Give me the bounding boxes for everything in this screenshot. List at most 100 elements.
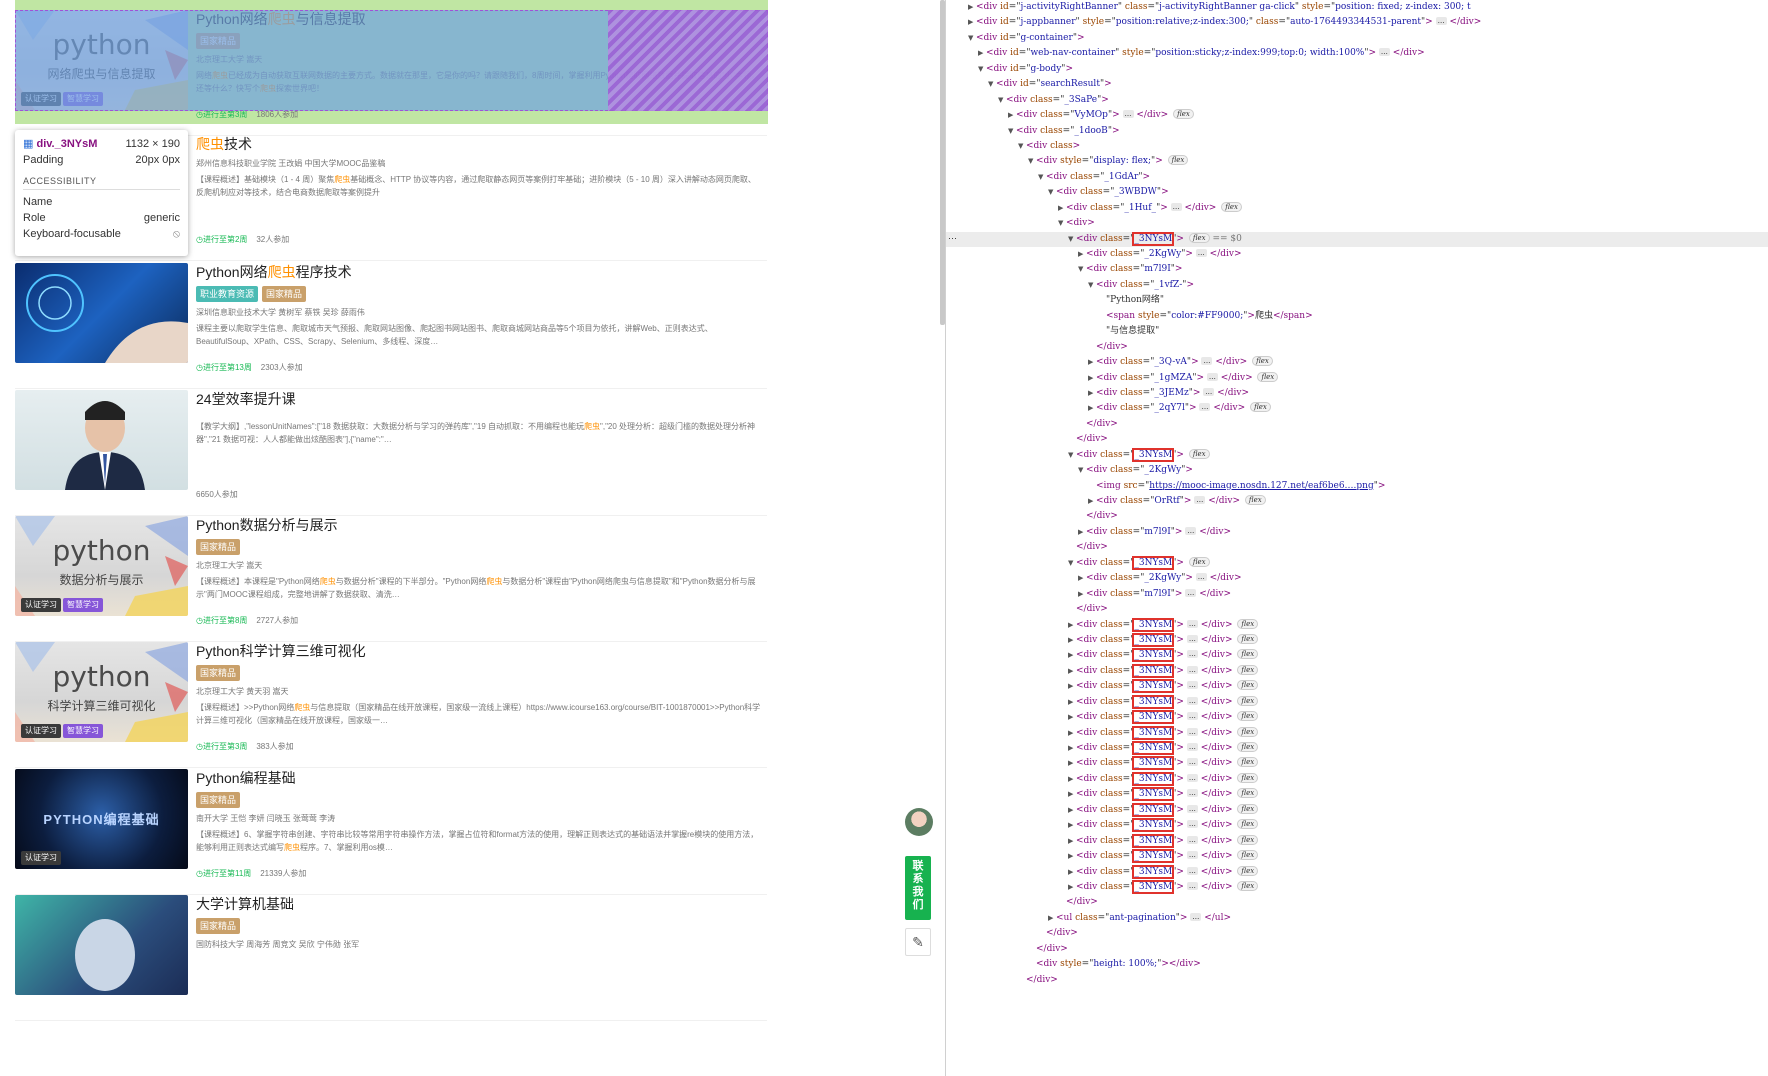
dom-node[interactable]: "Python网络": [946, 293, 1768, 308]
dom-node[interactable]: ▶ <div class="_3NYsM"> … </div> flex: [946, 741, 1768, 756]
dom-node[interactable]: ▶ <div class="m7l9I"> … </div>: [946, 587, 1768, 602]
dom-node[interactable]: ▶ <div class="_1Huf_"> … </div> flex: [946, 201, 1768, 216]
collapse-icon[interactable]: ▼: [1078, 262, 1086, 277]
dom-node[interactable]: ▶ <div class="_3NYsM"> … </div> flex: [946, 864, 1768, 880]
dom-node[interactable]: ▶ <div id="j-activityRightBanner" class="…: [946, 0, 1768, 15]
expand-icon[interactable]: ▶: [1068, 849, 1076, 864]
collapse-icon[interactable]: ▼: [1028, 154, 1036, 169]
expand-icon[interactable]: ▶: [1068, 618, 1076, 633]
course-thumbnail[interactable]: [15, 895, 188, 995]
course-card[interactable]: 24堂效率提升课 【教学大纲】,"lessonUnitNames":["18 数据…: [15, 390, 767, 516]
dom-node[interactable]: </div>: [946, 340, 1768, 355]
dom-node[interactable]: ▼ <div class="_3NYsM"> flex: [946, 555, 1768, 571]
course-thumbnail[interactable]: PYTHON编程基础 认证学习: [15, 769, 188, 869]
expand-icon[interactable]: ▶: [978, 46, 986, 61]
dom-node[interactable]: ▼ <div class="_3NYsM"> flex: [946, 447, 1768, 463]
expand-icon[interactable]: ▶: [1068, 664, 1076, 679]
dom-node[interactable]: ▶ <div id="j-appbanner" style="position:r…: [946, 15, 1768, 30]
dom-node[interactable]: ▶ <div class="_3JEMz"> … </div>: [946, 386, 1768, 401]
course-thumbnail[interactable]: [15, 390, 188, 490]
course-title[interactable]: 24堂效率提升课: [196, 390, 761, 408]
expand-icon[interactable]: ▶: [1068, 772, 1076, 787]
dom-node[interactable]: ▶ <div class="VyMOp"> … </div> flex: [946, 108, 1768, 123]
dom-node[interactable]: ▶ <div class="_2KgWy"> … </div>: [946, 247, 1768, 262]
dom-node[interactable]: ▼ <div class="m7l9I">: [946, 262, 1768, 277]
collapse-icon[interactable]: ▼: [1078, 463, 1086, 478]
expand-icon[interactable]: ▶: [1088, 355, 1096, 370]
collapse-icon[interactable]: ▼: [1058, 216, 1066, 231]
dom-node[interactable]: ▶ <div class="_3NYsM"> … </div> flex: [946, 663, 1768, 679]
dom-node[interactable]: ▶ <div class="_3NYsM"> … </div> flex: [946, 648, 1768, 663]
dom-node[interactable]: ▶ <div class="_3NYsM"> … </div> flex: [946, 818, 1768, 833]
expand-icon[interactable]: ▶: [1008, 108, 1016, 123]
expand-icon[interactable]: ▶: [1068, 710, 1076, 725]
dom-node[interactable]: ▶ <div class="_2qY7l"> … </div> flex: [946, 401, 1768, 416]
edit-icon[interactable]: ✎: [905, 928, 931, 956]
dom-node[interactable]: ▼ <div id="g-container">: [946, 31, 1768, 46]
dom-node[interactable]: ▼ <div class="_1vfZ-">: [946, 278, 1768, 293]
dom-node[interactable]: </div>: [946, 926, 1768, 941]
dom-node[interactable]: "与信息提取": [946, 324, 1768, 339]
dom-node[interactable]: ▼ <div class="_1GdAr">: [946, 170, 1768, 185]
expand-icon[interactable]: ▶: [1088, 386, 1096, 401]
collapse-icon[interactable]: ▼: [1008, 124, 1016, 139]
dom-node[interactable]: ▶ <div class="_3NYsM"> … </div> flex: [946, 679, 1768, 694]
collapse-icon[interactable]: ▼: [1018, 139, 1026, 154]
dom-node[interactable]: ▶ <div class="_3NYsM"> … </div> flex: [946, 849, 1768, 864]
dom-node[interactable]: ▶ <div class="_3NYsM"> … </div> flex: [946, 617, 1768, 633]
collapse-icon[interactable]: ▼: [968, 31, 976, 46]
dom-node[interactable]: </div>: [946, 973, 1768, 988]
dom-node[interactable]: ▶ <div class="_3NYsM"> … </div> flex: [946, 802, 1768, 818]
dom-node[interactable]: ▶ <div class="_3NYsM"> … </div> flex: [946, 771, 1768, 787]
course-thumbnail[interactable]: [15, 263, 188, 363]
expand-icon[interactable]: ▶: [1068, 865, 1076, 880]
dom-node[interactable]: ▶ <div class="_3NYsM"> … </div> flex: [946, 756, 1768, 771]
dom-node[interactable]: ▼ <div class="_3SaPe">: [946, 93, 1768, 108]
course-thumbnail[interactable]: python 科学计算三维可视化 认证学习 智慧学习: [15, 642, 188, 742]
contact-us-button[interactable]: 联系我们: [905, 856, 931, 920]
expand-icon[interactable]: ▶: [1068, 633, 1076, 648]
collapse-icon[interactable]: ▼: [998, 93, 1006, 108]
dom-node[interactable]: ▶ <div class="OrRtf"> … </div> flex: [946, 494, 1768, 509]
course-title[interactable]: Python编程基础: [196, 769, 761, 787]
expand-icon[interactable]: ▶: [1068, 787, 1076, 802]
dom-node[interactable]: ▶ <div class="m7l9I"> … </div>: [946, 525, 1768, 540]
course-thumbnail[interactable]: python 数据分析与展示 认证学习 智慧学习: [15, 516, 188, 616]
dom-node[interactable]: ▶ <div class="_3NYsM"> … </div> flex: [946, 725, 1768, 741]
dom-node[interactable]: </div>: [946, 432, 1768, 447]
dom-node[interactable]: </div>: [946, 540, 1768, 555]
expand-icon[interactable]: ▶: [1078, 587, 1086, 602]
dom-node[interactable]: ▶ <div class="_3NYsM"> … </div> flex: [946, 787, 1768, 802]
dom-node[interactable]: ▶ <div class="_3Q-vA"> … </div> flex: [946, 355, 1768, 370]
expand-icon[interactable]: ▶: [1088, 371, 1096, 386]
course-title[interactable]: Python网络爬虫程序技术: [196, 263, 761, 281]
dom-node[interactable]: ▶ <div class="_1gMZA"> … </div> flex: [946, 371, 1768, 386]
dom-node[interactable]: ▼ <div id="searchResult">: [946, 77, 1768, 92]
expand-icon[interactable]: ▶: [968, 15, 976, 30]
expand-icon[interactable]: ▶: [1068, 741, 1076, 756]
collapse-icon[interactable]: ▼: [1048, 185, 1056, 200]
expand-icon[interactable]: ▶: [1078, 525, 1086, 540]
expand-icon[interactable]: ▶: [1068, 834, 1076, 849]
course-card[interactable]: 大学计算机基础 国家精品 国防科技大学 周海芳 周竞文 吴欣 宁伟勋 张军: [15, 895, 767, 1021]
expand-icon[interactable]: ▶: [1068, 880, 1076, 895]
dom-node[interactable]: </div>: [946, 602, 1768, 617]
collapse-icon[interactable]: ▼: [1088, 278, 1096, 293]
dom-node[interactable]: </div>: [946, 895, 1768, 910]
collapse-icon[interactable]: ▼: [1038, 170, 1046, 185]
dom-node[interactable]: ▼ <div id="g-body">: [946, 62, 1768, 77]
dom-node[interactable]: ▼ <div class="_3WBDW">: [946, 185, 1768, 200]
collapse-icon[interactable]: ▼: [1068, 448, 1076, 463]
expand-icon[interactable]: ▶: [1068, 648, 1076, 663]
dom-node[interactable]: <img src="https://mooc-image.nosdn.127.n…: [946, 479, 1768, 494]
collapse-icon[interactable]: ▼: [1068, 556, 1076, 571]
course-card[interactable]: python 数据分析与展示 认证学习 智慧学习 Python数据分析与展示 国家精品 北京…: [15, 516, 767, 642]
course-title[interactable]: Python科学计算三维可视化: [196, 642, 761, 660]
dom-node[interactable]: </div>: [946, 942, 1768, 957]
expand-icon[interactable]: ▶: [1068, 679, 1076, 694]
dom-node[interactable]: ▶ <div id="web-nav-container" style="posi…: [946, 46, 1768, 61]
assistant-avatar-icon[interactable]: [905, 808, 933, 836]
expand-icon[interactable]: ▶: [1088, 401, 1096, 416]
dom-node[interactable]: ▶ <ul class="ant-pagination"> … </ul>: [946, 911, 1768, 926]
dom-node[interactable]: ▼ <div style="display: flex;"> flex: [946, 154, 1768, 169]
